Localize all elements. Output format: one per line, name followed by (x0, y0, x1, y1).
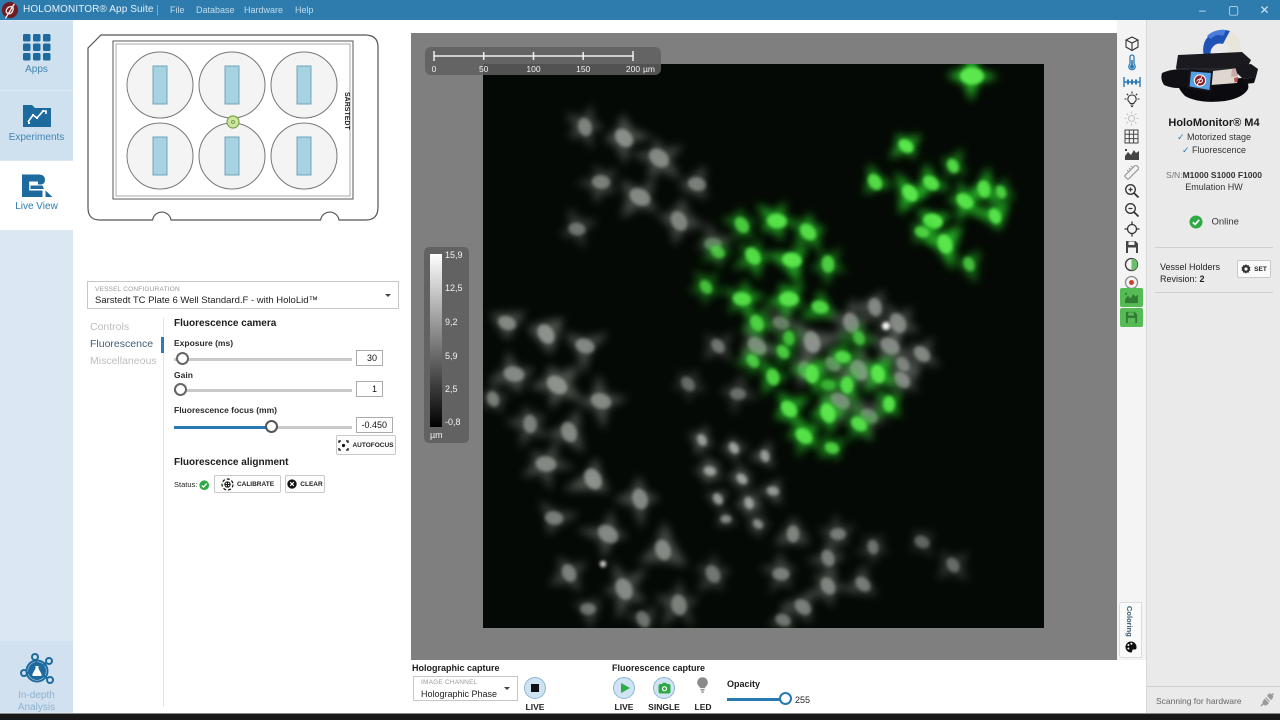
svg-text:µm: µm (643, 64, 655, 74)
svg-text:0: 0 (432, 64, 437, 74)
svg-text:SARSTEDT: SARSTEDT (343, 92, 350, 130)
svg-text:150: 150 (576, 64, 590, 74)
svg-text:200: 200 (626, 64, 640, 74)
svg-text:50: 50 (479, 64, 489, 74)
svg-text:100: 100 (526, 64, 540, 74)
